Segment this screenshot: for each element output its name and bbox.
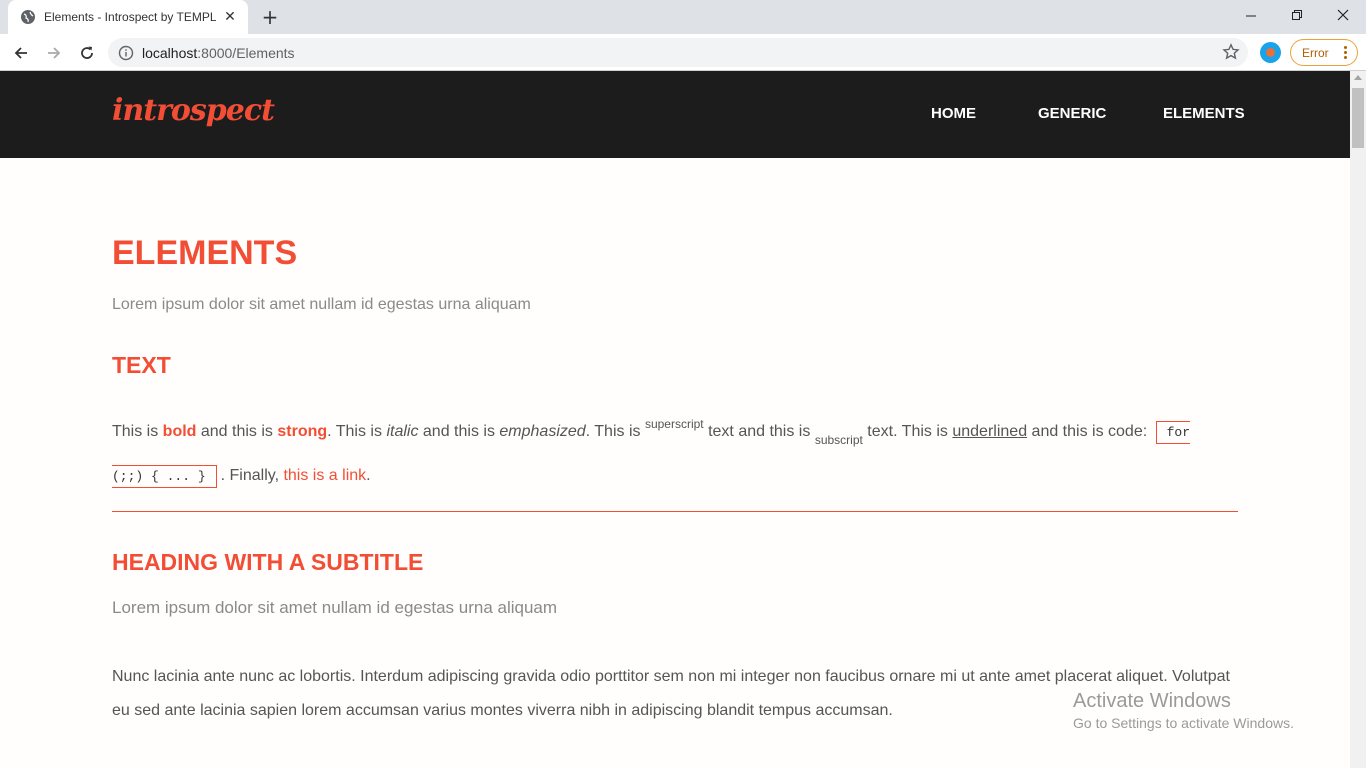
restore-icon[interactable] (1274, 0, 1320, 30)
emphasized-text: emphasized (499, 423, 586, 440)
italic-text: italic (386, 423, 419, 440)
strong-text: strong (277, 423, 328, 440)
reload-icon[interactable] (74, 40, 100, 66)
nav-home[interactable]: HOME (931, 105, 976, 122)
browser-toolbar: localhost:8000/Elements Error (0, 34, 1366, 71)
menu-kebab-icon[interactable] (1344, 46, 1347, 59)
watermark-line-2: Go to Settings to activate Windows. (1073, 715, 1294, 731)
tab-strip: Elements - Introspect by TEMPLA ✕ + (0, 0, 1366, 34)
bold-text: bold (162, 423, 197, 440)
tab-close-icon[interactable]: ✕ (222, 9, 238, 25)
close-window-icon[interactable] (1320, 0, 1366, 30)
error-label: Error (1302, 45, 1329, 60)
address-bar[interactable]: localhost:8000/Elements (108, 38, 1248, 67)
extension-icon[interactable] (1260, 42, 1281, 63)
subscript-text: subscript (814, 433, 863, 447)
new-tab-icon[interactable]: + (258, 5, 282, 29)
globe-icon (21, 10, 35, 24)
divider (112, 511, 1238, 512)
text-sample-paragraph: This is bold and this is strong. This is… (112, 407, 1207, 494)
site-logo[interactable]: introspect (112, 93, 275, 128)
vertical-scrollbar[interactable] (1350, 71, 1366, 768)
browser-tab[interactable]: Elements - Introspect by TEMPLA ✕ (8, 0, 248, 34)
page-subtitle: Lorem ipsum dolor sit amet nullam id ege… (112, 296, 531, 313)
subtitle-heading: HEADING WITH A SUBTITLE (112, 549, 424, 575)
forward-icon[interactable] (41, 40, 67, 66)
back-icon[interactable] (8, 40, 34, 66)
underlined-text: underlined (952, 423, 1028, 440)
text-heading: TEXT (112, 352, 171, 378)
site-header: introspect HOME GENERIC ELEMENTS (0, 71, 1350, 158)
scrollbar-thumb[interactable] (1352, 88, 1364, 148)
body-paragraph: Nunc lacinia ante nunc ac lobortis. Inte… (112, 668, 1230, 719)
heading-subtitle: Lorem ipsum dolor sit amet nullam id ege… (112, 598, 558, 617)
sample-link[interactable]: this is a link (283, 467, 366, 484)
info-icon[interactable] (118, 45, 134, 61)
watermark-line-1: Activate Windows (1073, 690, 1231, 712)
windows-activation-watermark: Activate Windows Go to Settings to activ… (1073, 690, 1294, 731)
bookmark-star-icon[interactable] (1222, 43, 1240, 61)
page-viewport: introspect HOME GENERIC ELEMENTS ELEMENT… (0, 71, 1350, 768)
page-title: ELEMENTS (112, 234, 298, 272)
superscript-text: superscript (644, 417, 704, 431)
nav-generic[interactable]: GENERIC (1038, 105, 1106, 122)
scroll-up-arrow-icon[interactable] (1354, 75, 1362, 80)
profile-error-button[interactable]: Error (1290, 39, 1358, 66)
nav-elements[interactable]: ELEMENTS (1163, 105, 1245, 122)
url-text: localhost:8000/Elements (142, 44, 295, 61)
minimize-icon[interactable] (1228, 0, 1274, 30)
tab-title: Elements - Introspect by TEMPLA (44, 10, 216, 24)
